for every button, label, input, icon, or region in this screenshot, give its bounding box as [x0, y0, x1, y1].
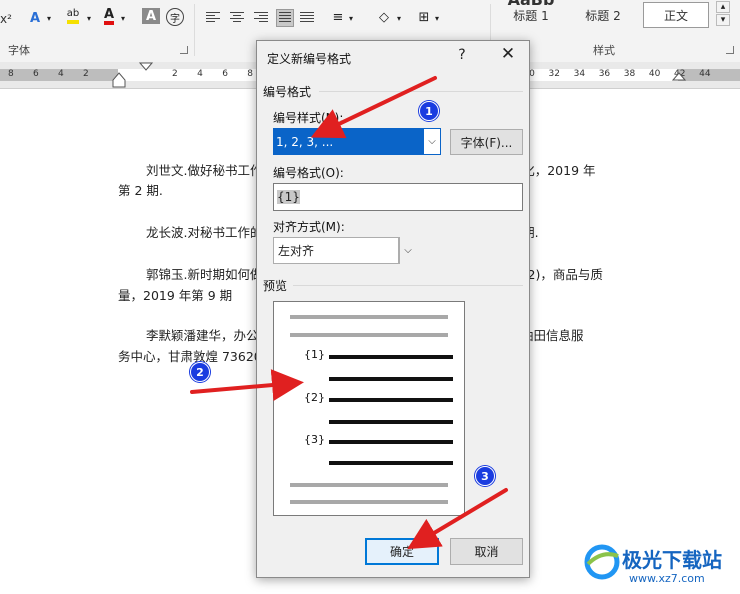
watermark-name: 极光下载站	[622, 548, 722, 572]
annotation-arrow-2	[190, 369, 304, 402]
annotation-arrows	[190, 76, 508, 550]
annotation-badge-3: 3	[475, 466, 495, 486]
watermark-url: www.xz7.com	[629, 572, 705, 585]
annotation-arrow-1	[310, 76, 437, 139]
watermark-logo-icon	[584, 544, 620, 580]
annotation-badge-1: 1	[419, 101, 439, 121]
annotation-badge-2: 2	[190, 362, 210, 382]
annotation-arrow-3	[407, 488, 508, 550]
